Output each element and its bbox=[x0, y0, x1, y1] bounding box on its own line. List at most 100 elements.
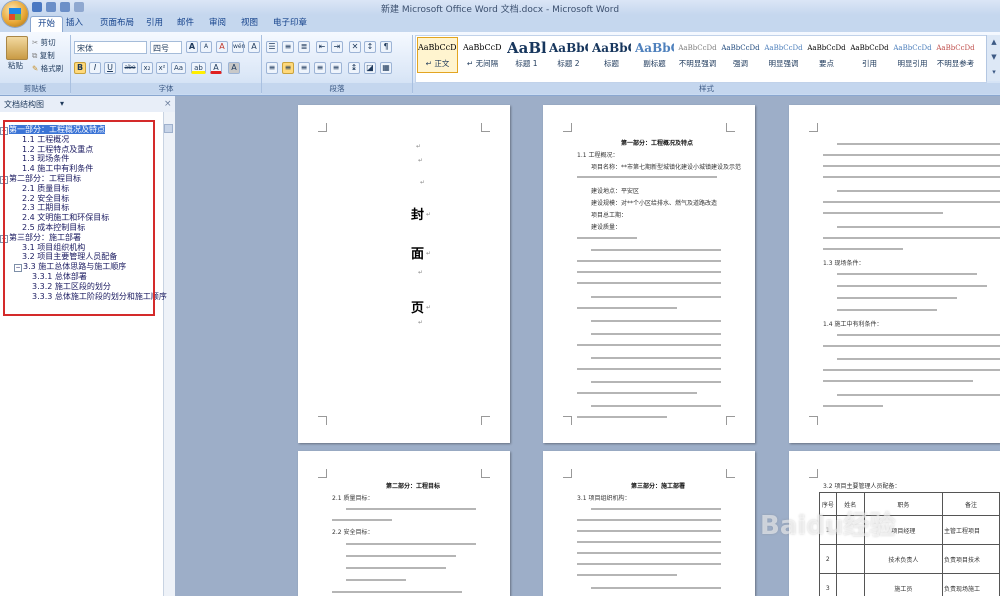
styles-group-label: 样式 bbox=[413, 83, 1000, 94]
table-cell: 负责项目技术 bbox=[941, 544, 1000, 574]
style-preview: AaBbCcDd bbox=[678, 44, 717, 52]
shading-icon[interactable]: ◪ bbox=[364, 62, 376, 74]
table-cell bbox=[835, 544, 865, 574]
style-item[interactable]: AaBbCcDd 明显引用 bbox=[892, 37, 933, 73]
page-text: 2.1 质量目标： bbox=[332, 495, 374, 502]
align-center-icon[interactable]: ≡ bbox=[282, 62, 294, 74]
style-item[interactable]: AaBbC 副标题 bbox=[634, 37, 675, 73]
table-header: 备注 bbox=[941, 492, 1000, 516]
style-item[interactable]: AaBbC 标题 bbox=[591, 37, 632, 73]
nav-scroll-thumb[interactable] bbox=[164, 124, 173, 133]
show-marks-icon[interactable]: ¶ bbox=[380, 41, 392, 53]
grow-font-icon[interactable]: A bbox=[186, 41, 198, 53]
copy-button[interactable]: ⧉ 复制 bbox=[32, 50, 55, 61]
style-item[interactable]: AaBbCcDd 强调 bbox=[720, 37, 761, 73]
page-text: 2.2 安全目标： bbox=[332, 529, 374, 536]
tab-view[interactable]: 视图 bbox=[234, 16, 265, 32]
style-name: 标题 bbox=[604, 59, 619, 68]
phonetic-guide-icon[interactable]: wén bbox=[232, 41, 245, 53]
style-item[interactable]: AaBbCcDc ↵ 正文 bbox=[417, 37, 458, 73]
styles-scroll[interactable]: ▲ ▼ ▾ bbox=[986, 35, 1000, 81]
char-shading-button[interactable]: A bbox=[228, 62, 240, 74]
style-preview: AaBbCcDd bbox=[893, 44, 932, 52]
chinese-layout-icon[interactable]: ✕ bbox=[349, 41, 361, 53]
justify-icon[interactable]: ≡ bbox=[314, 62, 326, 74]
page-text: 3.2 项目主要管理人员配备： bbox=[823, 483, 901, 490]
page-text: 项目总工期： bbox=[591, 212, 628, 219]
cover-page[interactable]: ↵ ↵ ↵ 封 ↵ 面 ↵ ↵ 页 ↵ ↵ bbox=[298, 105, 510, 443]
nav-pane-dropdown-icon[interactable]: ▾ bbox=[60, 99, 64, 108]
superscript-button[interactable]: x² bbox=[156, 62, 168, 74]
table-cell: 主管工程项目 bbox=[941, 515, 1000, 545]
bold-button[interactable]: B bbox=[74, 62, 86, 74]
nav-scrollbar[interactable] bbox=[163, 112, 175, 596]
line-spacing-icon[interactable]: ↨ bbox=[348, 62, 360, 74]
tab-mailings[interactable]: 邮件 bbox=[170, 16, 201, 32]
sort-icon[interactable]: ↕ bbox=[364, 41, 376, 53]
tab-insert[interactable]: 插入 bbox=[59, 16, 90, 32]
style-name: 明显强调 bbox=[768, 59, 799, 68]
subscript-button[interactable]: x₂ bbox=[141, 62, 153, 74]
style-preview: AaBbC bbox=[635, 41, 674, 55]
format-painter-button[interactable]: ✎ 格式刷 bbox=[32, 63, 63, 74]
cover-title-char: 面 bbox=[411, 247, 425, 262]
font-color-button[interactable]: A bbox=[210, 62, 222, 74]
document-page[interactable]: 1.3 现场条件： 1.4 施工中有利条件： bbox=[789, 105, 1000, 443]
style-item[interactable]: AaBbCcDd 要点 bbox=[806, 37, 847, 73]
page-heading: 第三部分：施工部署 bbox=[631, 483, 686, 490]
underline-button[interactable]: U bbox=[104, 62, 116, 74]
table-cell bbox=[835, 573, 865, 596]
char-border-icon[interactable]: A bbox=[248, 41, 260, 53]
tab-review[interactable]: 审阅 bbox=[202, 16, 233, 32]
table-row: 3 施工员 负责现场施工 bbox=[819, 573, 1000, 596]
table-row: 2 技术负责人 负责项目技术 bbox=[819, 544, 1000, 574]
align-left-icon[interactable]: ≡ bbox=[266, 62, 278, 74]
style-preview: AaBbCcDd bbox=[807, 44, 846, 52]
paste-button[interactable]: 粘贴 bbox=[8, 60, 23, 71]
font-size-select[interactable]: 四号 bbox=[150, 41, 182, 54]
watermark-logo: Baidu经验 bbox=[760, 511, 896, 541]
tab-e-seal[interactable]: 电子印章 bbox=[266, 16, 314, 32]
document-page[interactable]: 第一部分：工程概况及特点 1.1 工程概况： 项目名称：**市第七期新型城镇化建… bbox=[543, 105, 755, 443]
page-text: 建设地点：平安区 bbox=[591, 188, 640, 195]
borders-icon[interactable]: ▦ bbox=[380, 62, 392, 74]
style-item[interactable]: AaBbCcDd 明显强调 bbox=[763, 37, 804, 73]
style-preview: AaBbCcDd bbox=[850, 44, 889, 52]
clear-format-icon[interactable]: A bbox=[216, 41, 228, 53]
tab-page-layout[interactable]: 页面布局 bbox=[93, 16, 141, 32]
align-right-icon[interactable]: ≡ bbox=[298, 62, 310, 74]
page-text: 建设质量： bbox=[591, 224, 622, 231]
style-item[interactable]: AaBbCcDd 引用 bbox=[849, 37, 890, 73]
style-item[interactable]: AaBbCcDd 不明显参考 bbox=[935, 37, 976, 73]
document-page[interactable]: 第二部分：工程目标 2.1 质量目标： 2.2 安全目标： bbox=[298, 451, 510, 596]
highlight-button[interactable]: ab bbox=[191, 62, 206, 74]
page-text: 3.1 项目组织机构： bbox=[577, 495, 631, 502]
distributed-icon[interactable]: ≡ bbox=[330, 62, 342, 74]
font-name-select[interactable]: 宋体 bbox=[74, 41, 147, 54]
italic-button[interactable]: I bbox=[89, 62, 101, 74]
highlight-box bbox=[3, 120, 155, 316]
shrink-font-icon[interactable]: A bbox=[200, 41, 212, 53]
close-icon[interactable]: × bbox=[164, 99, 172, 109]
style-item[interactable]: AaBbCcDd 不明显强调 bbox=[677, 37, 718, 73]
numbering-icon[interactable]: ≡ bbox=[282, 41, 294, 53]
strikethrough-button[interactable]: abe bbox=[122, 62, 138, 74]
office-button[interactable] bbox=[2, 1, 28, 27]
font-group-label: 字体 bbox=[71, 83, 261, 94]
paste-icon[interactable] bbox=[6, 36, 28, 60]
change-case-button[interactable]: Aa bbox=[171, 62, 186, 74]
page-text: 1.4 施工中有利条件： bbox=[823, 321, 883, 328]
document-page[interactable]: 第三部分：施工部署 3.1 项目组织机构： bbox=[543, 451, 755, 596]
cut-button[interactable]: ✂ 剪切 bbox=[32, 37, 56, 48]
page-heading: 第一部分：工程概况及特点 bbox=[621, 140, 694, 147]
style-item[interactable]: AaBbC 标题 2 bbox=[548, 37, 589, 73]
decrease-indent-icon[interactable]: ⇤ bbox=[316, 41, 328, 53]
bullets-icon[interactable]: ☰ bbox=[266, 41, 278, 53]
multilevel-list-icon[interactable]: ≣ bbox=[298, 41, 310, 53]
table-cell: 负责现场施工 bbox=[941, 573, 1000, 596]
style-item[interactable]: AaBbCcDc ↵ 无间隔 bbox=[462, 37, 503, 73]
style-item[interactable]: AaBl 标题 1 bbox=[506, 37, 547, 73]
increase-indent-icon[interactable]: ⇥ bbox=[331, 41, 343, 53]
tab-references[interactable]: 引用 bbox=[139, 16, 170, 32]
cut-label: 剪切 bbox=[40, 38, 56, 47]
